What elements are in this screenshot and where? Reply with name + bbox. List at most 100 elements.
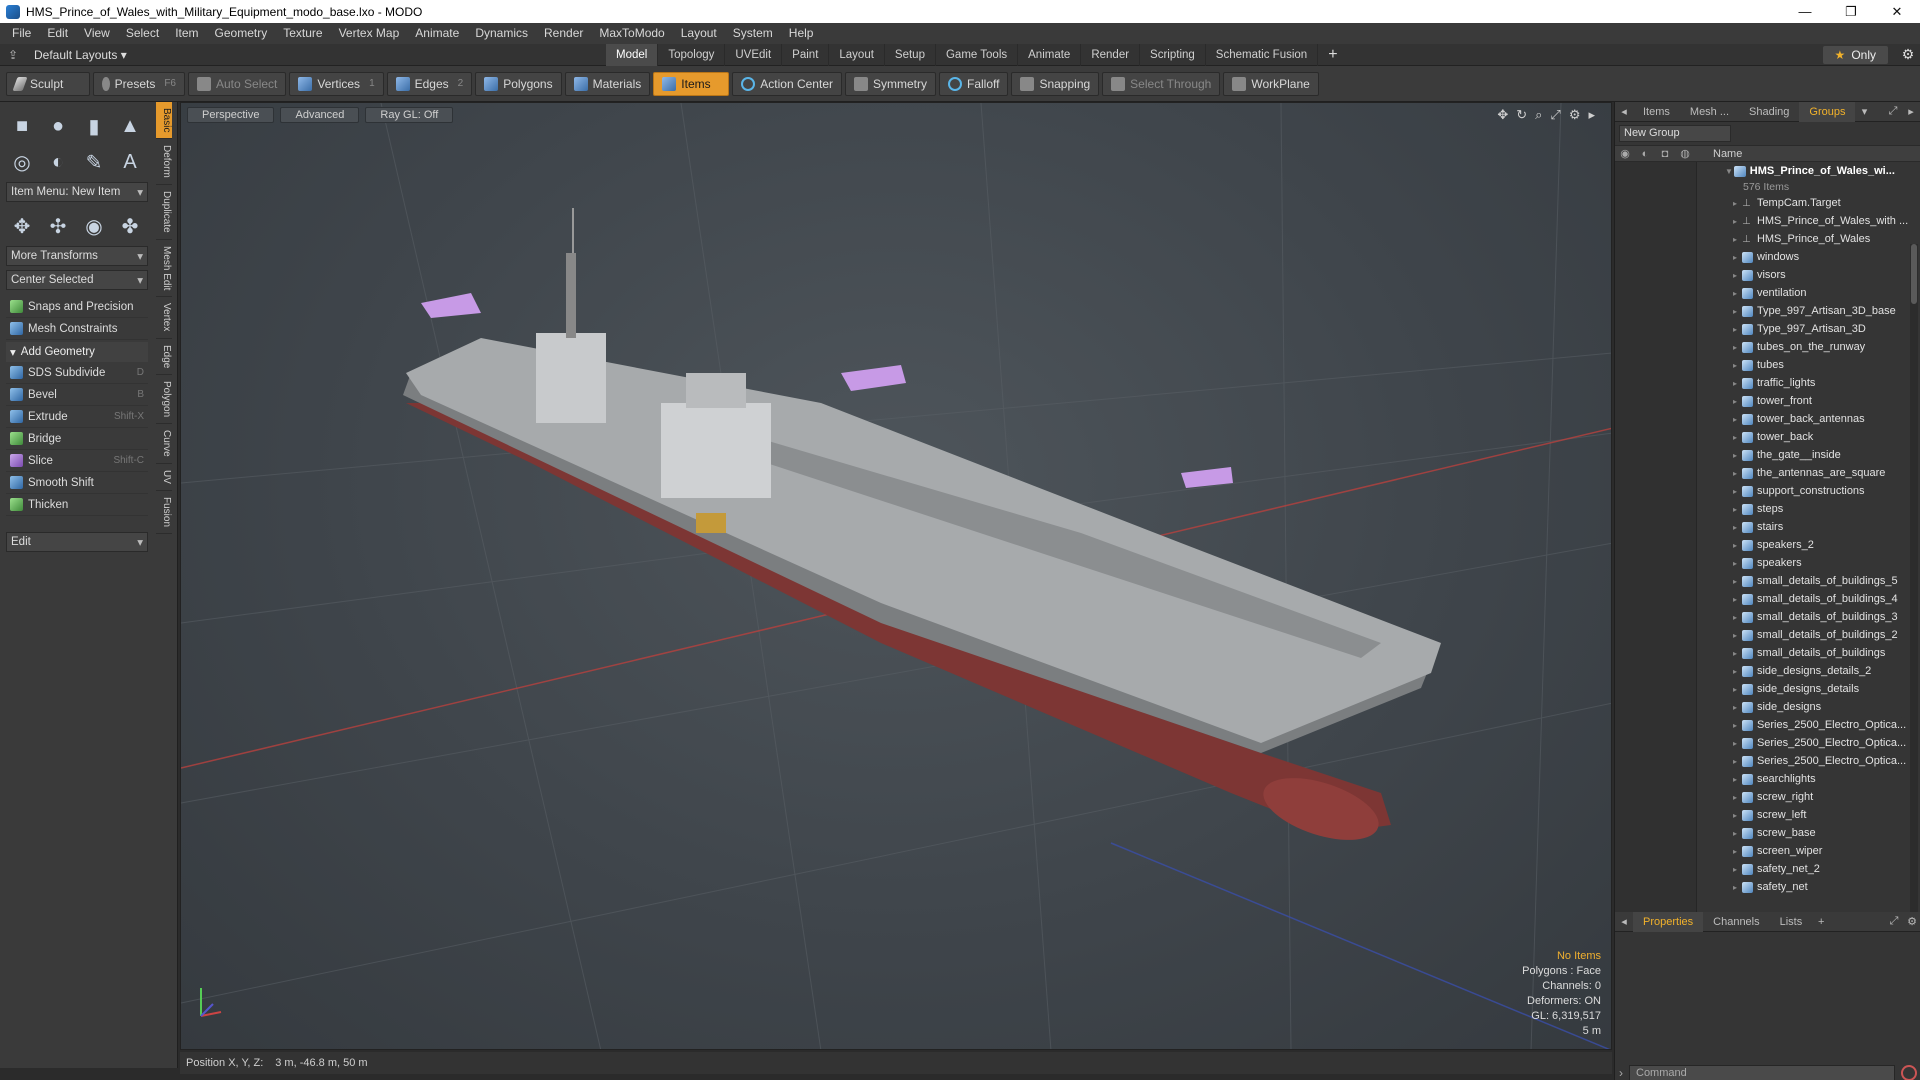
presets-button[interactable]: Presets F6 <box>93 71 185 96</box>
text-tool-icon[interactable]: A <box>114 146 146 178</box>
tree-item[interactable]: ▸ small_details_of_buildings_2 <box>1615 626 1920 644</box>
tree-item[interactable]: ▸ speakers_2 <box>1615 536 1920 554</box>
tree-item[interactable]: ▸ Type_997_Artisan_3D_base <box>1615 302 1920 320</box>
tab-items[interactable]: Items <box>1633 102 1680 122</box>
vtab-polygon[interactable]: Polygon <box>156 375 172 425</box>
tab-mesh[interactable]: Mesh ... <box>1680 102 1739 122</box>
tree-item[interactable]: ▸ safety_net <box>1615 878 1920 896</box>
smooth-shift-button[interactable]: Smooth Shift <box>6 472 148 494</box>
action-center-button[interactable]: Action Center <box>732 71 842 96</box>
menu-file[interactable]: File <box>4 23 39 44</box>
sculpt-button[interactable]: Sculpt <box>6 71 90 96</box>
render-column-icon[interactable]: ◐ <box>1635 148 1655 160</box>
maximize-button[interactable]: ❐ <box>1828 0 1874 23</box>
menu-texture[interactable]: Texture <box>275 23 330 44</box>
vtab-basic[interactable]: Basic <box>156 102 172 140</box>
menu-animate[interactable]: Animate <box>407 23 467 44</box>
tree-item[interactable]: ▸ tubes_on_the_runway <box>1615 338 1920 356</box>
menu-system[interactable]: System <box>725 23 781 44</box>
expand-triangle-icon[interactable]: ▸ <box>1733 685 1742 694</box>
expand-triangle-icon[interactable]: ▼ <box>1725 167 1734 176</box>
3d-viewport[interactable]: Perspective Advanced Ray GL: Off ✥ ↻ ⌕ ⤢… <box>180 102 1612 1050</box>
expand-triangle-icon[interactable]: ▸ <box>1733 253 1742 262</box>
expand-triangle-icon[interactable]: ▸ <box>1733 415 1742 424</box>
item-menu-dropdown[interactable]: Item Menu: New Item <box>6 182 148 202</box>
expand-triangle-icon[interactable]: ▸ <box>1733 649 1742 658</box>
tab-setup[interactable]: Setup <box>885 43 936 66</box>
center-selected-dropdown[interactable]: Center Selected <box>6 270 148 290</box>
snaps-precision-button[interactable]: Snaps and Precision <box>6 296 148 318</box>
tree-item[interactable]: ▸ screen_wiper <box>1615 842 1920 860</box>
expand-triangle-icon[interactable]: ▸ <box>1733 721 1742 730</box>
raygl-button[interactable]: Ray GL: Off <box>365 107 454 123</box>
tree-item[interactable]: ▸ small_details_of_buildings <box>1615 644 1920 662</box>
only-button[interactable]: ★ Only <box>1822 45 1888 64</box>
tree-item[interactable]: ▸ traffic_lights <box>1615 374 1920 392</box>
edges-button[interactable]: Edges 2 <box>386 71 473 96</box>
tree-scrollbar[interactable] <box>1910 244 1918 1004</box>
edit-dropdown[interactable]: Edit <box>6 532 148 552</box>
tree-item[interactable]: ▸ tower_front <box>1615 392 1920 410</box>
vtab-duplicate[interactable]: Duplicate <box>156 185 172 240</box>
expand-triangle-icon[interactable]: ▸ <box>1733 199 1742 208</box>
cube-primitive-icon[interactable]: ■ <box>6 110 38 142</box>
visibility-column-icon[interactable]: ◉ <box>1615 147 1635 160</box>
thicken-button[interactable]: Thicken <box>6 494 148 516</box>
tree-item[interactable]: ▸ searchlights <box>1615 770 1920 788</box>
tree-item[interactable]: ▸ screw_right <box>1615 788 1920 806</box>
expand-triangle-icon[interactable]: ▸ <box>1733 865 1742 874</box>
pen-tool-icon[interactable]: ✎ <box>78 146 110 178</box>
slice-button[interactable]: Slice Shift-C <box>6 450 148 472</box>
expand-triangle-icon[interactable]: ▸ <box>1733 829 1742 838</box>
expand-triangle-icon[interactable]: ▸ <box>1733 271 1742 280</box>
tree-item[interactable]: ▸ steps <box>1615 500 1920 518</box>
vtab-curve[interactable]: Curve <box>156 424 172 464</box>
mesh-constraints-button[interactable]: Mesh Constraints <box>6 318 148 340</box>
cone-primitive-icon[interactable]: ▲ <box>114 110 146 142</box>
panel-arrow-icon[interactable]: ▸ <box>1902 105 1920 118</box>
expand-triangle-icon[interactable]: ▸ <box>1733 361 1742 370</box>
new-group-button[interactable]: New Group <box>1619 125 1731 142</box>
tab-scripting[interactable]: Scripting <box>1140 43 1206 66</box>
tab-animate[interactable]: Animate <box>1018 43 1082 66</box>
bevel-button[interactable]: Bevel B <box>6 384 148 406</box>
expand-triangle-icon[interactable]: ▸ <box>1733 739 1742 748</box>
tree-item[interactable]: ▸ speakers <box>1615 554 1920 572</box>
add-geometry-section[interactable]: ▾ Add Geometry <box>6 342 148 362</box>
tree-item[interactable]: ▸ the_gate__inside <box>1615 446 1920 464</box>
tab-topology[interactable]: Topology <box>658 43 726 66</box>
minimize-button[interactable]: — <box>1782 0 1828 23</box>
tree-item[interactable]: ▸ the_antennas_are_square <box>1615 464 1920 482</box>
vtab-uv[interactable]: UV <box>156 464 172 491</box>
tree-item[interactable]: ▸ small_details_of_buildings_4 <box>1615 590 1920 608</box>
expand-triangle-icon[interactable]: ▸ <box>1733 775 1742 784</box>
tab-groups[interactable]: Groups <box>1799 101 1856 122</box>
falloff-button[interactable]: Falloff <box>938 71 1009 96</box>
tab-lists[interactable]: Lists <box>1770 912 1813 932</box>
tab-game-tools[interactable]: Game Tools <box>936 43 1019 66</box>
cylinder-primitive-icon[interactable]: ▮ <box>78 110 110 142</box>
tab-schematic-fusion[interactable]: Schematic Fusion <box>1206 43 1319 66</box>
menu-layout[interactable]: Layout <box>673 23 725 44</box>
tree-item[interactable]: ▸ screw_base <box>1615 824 1920 842</box>
zoom-icon[interactable]: ⌕ <box>1535 107 1542 123</box>
expand-icon[interactable]: ⤢ <box>1884 105 1902 118</box>
layout-switch-icon[interactable]: ⇪ <box>0 48 26 62</box>
tree-item[interactable]: ▸ safety_net_2 <box>1615 860 1920 878</box>
expand-triangle-icon[interactable]: ▸ <box>1733 451 1742 460</box>
panel-menu-icon[interactable]: ◂ <box>1615 105 1633 118</box>
menu-edit[interactable]: Edit <box>39 23 76 44</box>
lock-column-icon[interactable]: ◘ <box>1655 148 1675 160</box>
tree-item[interactable]: ▸ ⊥ HMS_Prince_of_Wales_with ... <box>1615 212 1920 230</box>
menu-render[interactable]: Render <box>536 23 591 44</box>
tree-root-group[interactable]: ▼ HMS_Prince_of_Wales_wi... <box>1615 162 1920 180</box>
tab-channels[interactable]: Channels <box>1703 912 1769 932</box>
select-through-button[interactable]: Select Through <box>1102 71 1221 96</box>
expand-triangle-icon[interactable]: ▸ <box>1733 217 1742 226</box>
tree-item[interactable]: ▸ small_details_of_buildings_5 <box>1615 572 1920 590</box>
expand-triangle-icon[interactable]: ▸ <box>1733 487 1742 496</box>
menu-dynamics[interactable]: Dynamics <box>467 23 536 44</box>
orbit-icon[interactable]: ↻ <box>1516 107 1527 123</box>
menu-maxtomodo[interactable]: MaxToModo <box>591 23 672 44</box>
tree-item[interactable]: ▸ tubes <box>1615 356 1920 374</box>
